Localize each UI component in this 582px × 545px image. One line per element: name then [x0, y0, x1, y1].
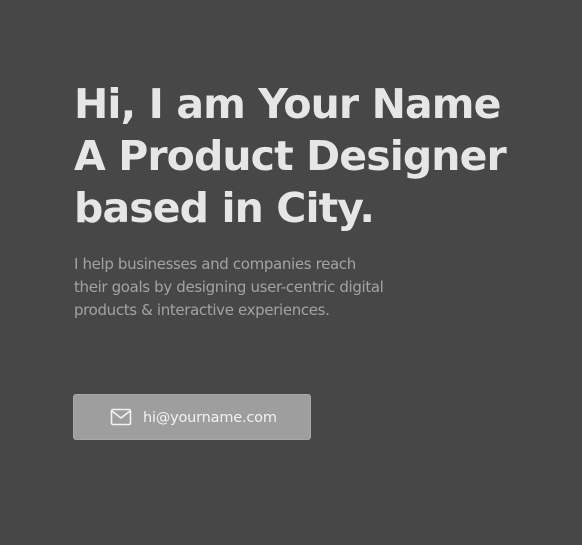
headline-line: Hi, I am Your Name — [74, 80, 501, 128]
hero-section: Hi, I am Your Name A Product Designer ba… — [74, 78, 554, 234]
intro-line: I help businesses and companies reach — [74, 255, 356, 273]
intro-line: their goals by designing user-centric di… — [74, 278, 384, 296]
hero-headline: Hi, I am Your Name A Product Designer ba… — [74, 78, 554, 234]
headline-line: A Product Designer — [74, 132, 507, 180]
headline-line: based in City. — [74, 184, 375, 232]
email-button-label: hi@yourname.com — [143, 410, 277, 426]
mail-icon — [110, 408, 132, 426]
email-button[interactable]: hi@yourname.com — [73, 394, 311, 440]
hero-intro: I help businesses and companies reach th… — [74, 253, 404, 322]
intro-line: products & interactive experiences. — [74, 301, 330, 319]
